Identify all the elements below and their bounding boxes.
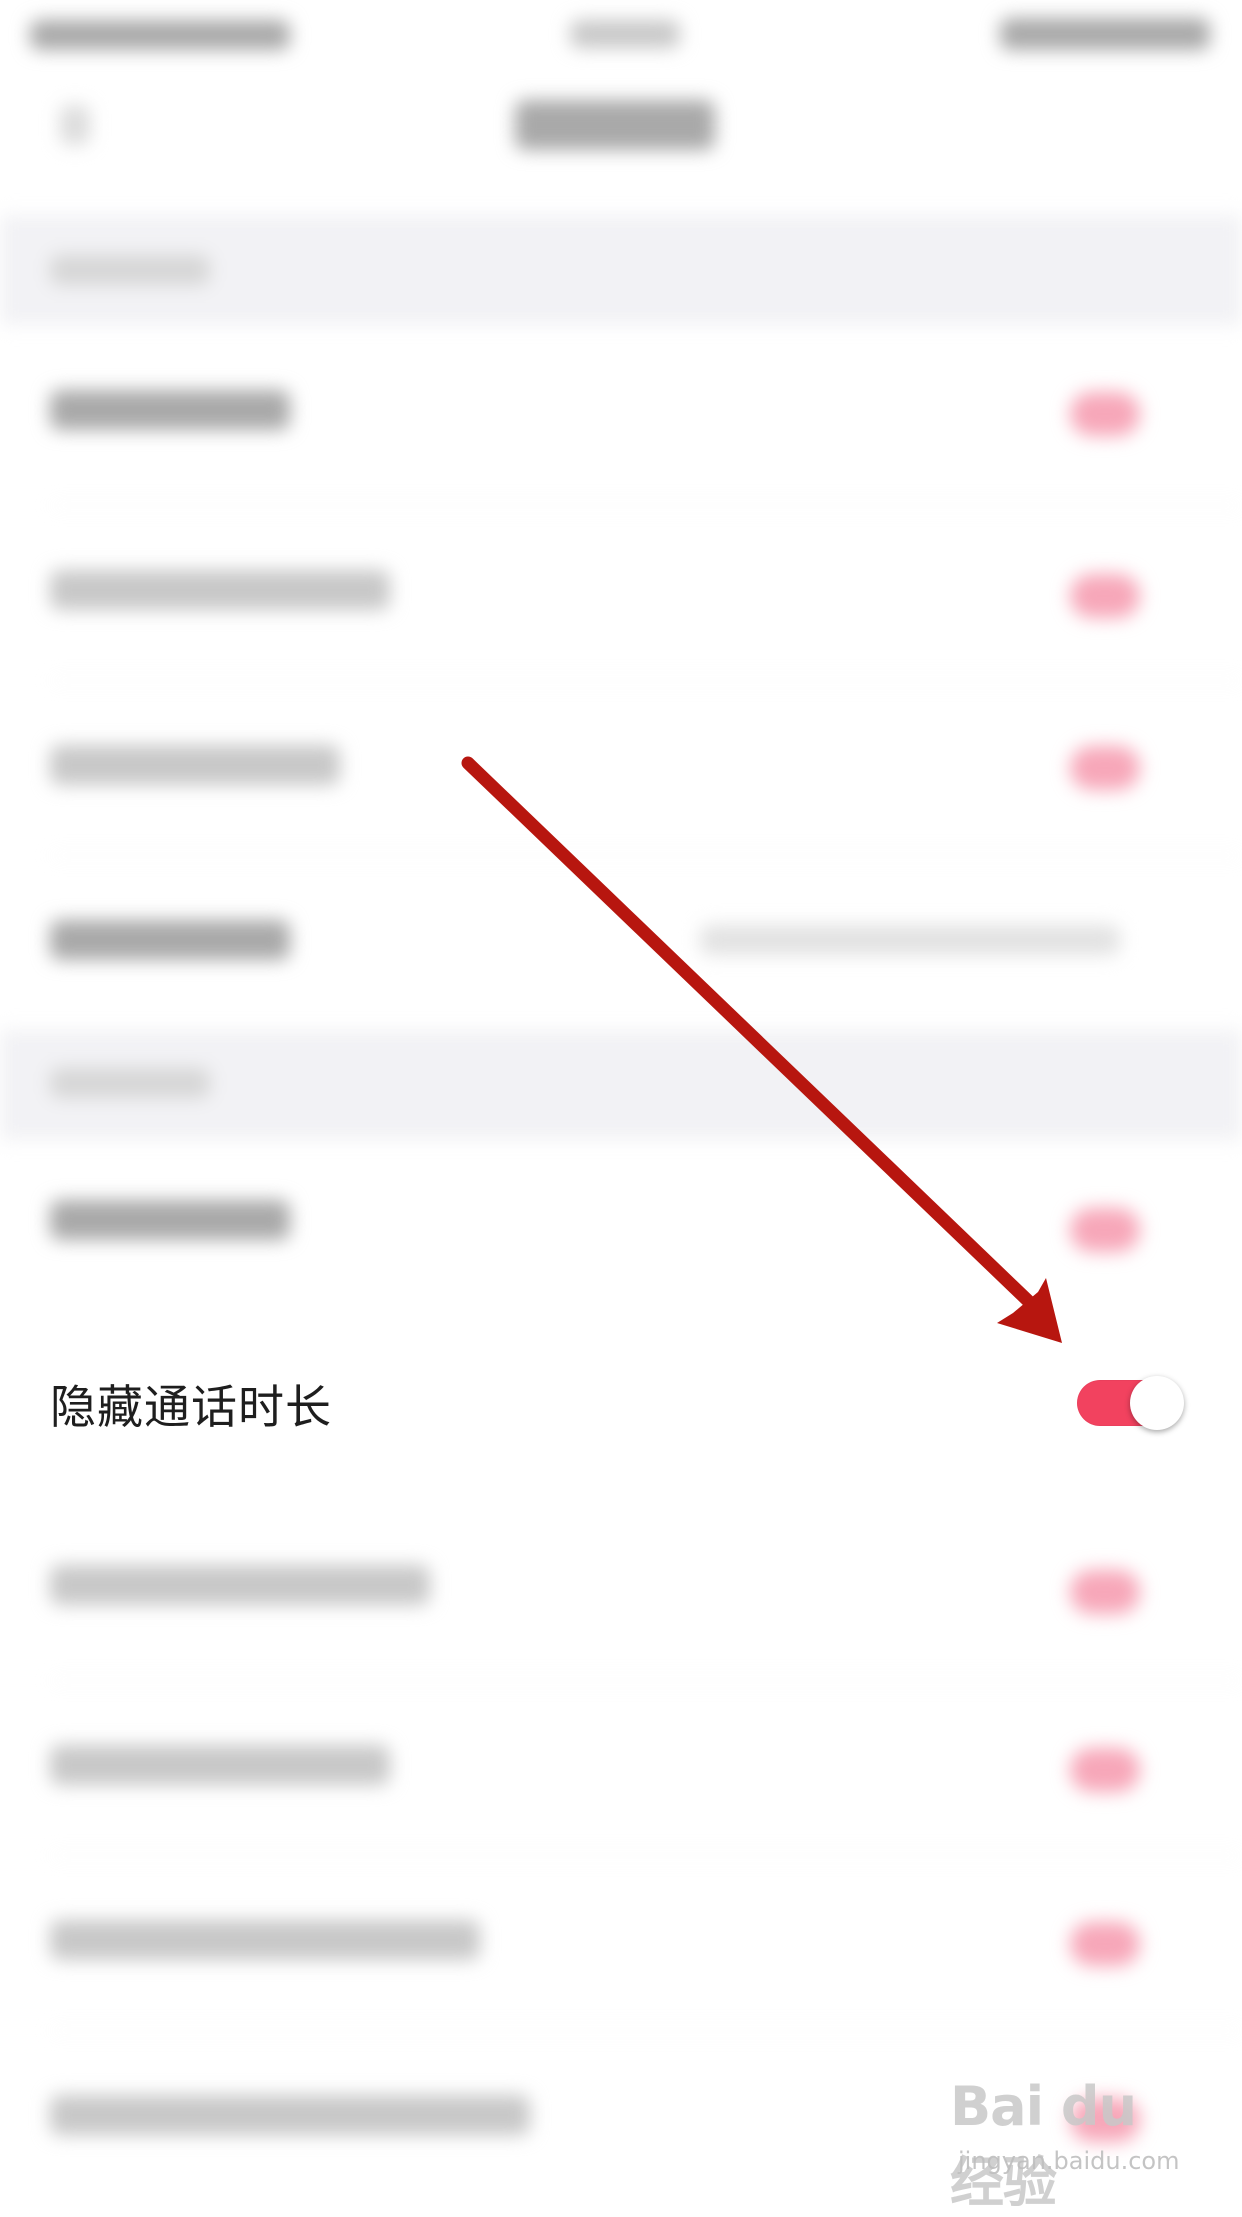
setting-toggle[interactable] [1070, 392, 1140, 436]
setting-row-label [50, 920, 290, 960]
watermark-brand: Bai du 经验 [950, 2075, 1137, 2214]
row-divider [50, 1855, 1242, 1856]
setting-toggle[interactable] [1070, 1922, 1140, 1966]
setting-row-value [700, 925, 1120, 955]
status-bar-battery [1000, 18, 1210, 50]
watermark-url: jingyan.baidu.com [958, 2147, 1180, 2175]
status-bar-time [570, 20, 680, 48]
hide-call-duration-toggle[interactable] [1077, 1376, 1184, 1430]
row-divider [50, 2030, 1242, 2031]
setting-toggle[interactable] [1070, 574, 1140, 618]
setting-toggle[interactable] [1070, 1748, 1140, 1792]
setting-toggle[interactable] [1070, 1570, 1140, 1614]
setting-row-label [50, 2095, 530, 2135]
setting-row-label [50, 1200, 290, 1240]
setting-row-label [50, 1565, 430, 1605]
section-header-1-label [50, 255, 210, 285]
setting-row-label [50, 570, 390, 610]
toggle-knob[interactable] [1130, 1376, 1184, 1430]
row-divider [50, 855, 1242, 856]
blurred-settings-background [0, 0, 1242, 2208]
setting-row-label: 隐藏通话时长 [50, 1380, 332, 1434]
setting-row-label [50, 1920, 480, 1960]
back-icon[interactable] [60, 105, 90, 145]
baidu-jingyan-watermark: Bai du 经验 jingyan.baidu.com [950, 2075, 1195, 2214]
row-divider [50, 680, 1242, 681]
setting-toggle[interactable] [1070, 1208, 1140, 1252]
setting-row-label [50, 745, 340, 785]
section-header-2-label [50, 1068, 210, 1098]
setting-row-label [50, 1745, 390, 1785]
setting-row-label [50, 390, 290, 430]
setting-toggle[interactable] [1070, 746, 1140, 790]
status-bar-carrier [30, 20, 290, 50]
row-divider [50, 505, 1242, 506]
page-title [515, 100, 715, 150]
row-divider [50, 1680, 1242, 1681]
setting-row-hide-call-duration[interactable]: 隐藏通话时长 [0, 1325, 1242, 1475]
